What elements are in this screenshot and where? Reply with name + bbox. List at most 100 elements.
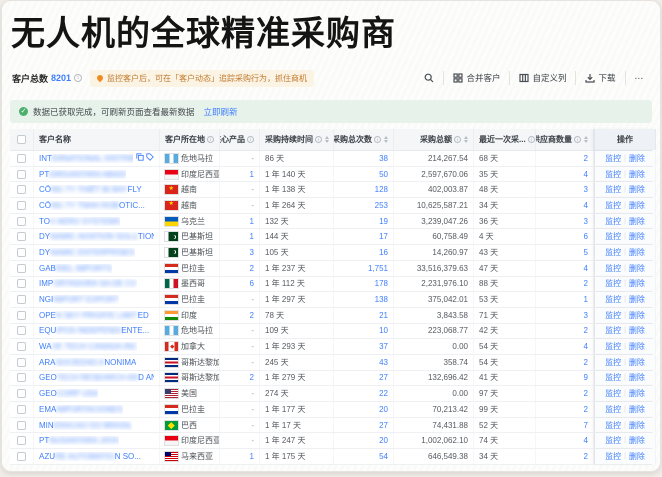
monitor-link[interactable]: 监控 (605, 420, 621, 431)
row-checkbox[interactable] (17, 200, 26, 210)
customer-name-link[interactable]: EQU IPOS INDEPENDI ENTE... (39, 326, 149, 335)
purchase-count-value[interactable]: 21 (379, 311, 388, 320)
supplier-count-value[interactable]: 3 (584, 185, 588, 194)
more-actions-button[interactable]: ⋯ (626, 68, 653, 89)
row-checkbox[interactable] (17, 342, 26, 352)
monitor-link[interactable]: 监控 (605, 325, 621, 336)
delete-link[interactable]: 删除 (629, 263, 645, 274)
delete-link[interactable]: 删除 (629, 278, 645, 289)
customer-name-link[interactable]: WA VE TECH CANADA INC (39, 342, 137, 351)
purchase-count-value[interactable]: 19 (379, 217, 388, 226)
supplier-count-value[interactable]: 3 (584, 217, 588, 226)
customer-name-link[interactable]: EMA IMPORTACIONES (39, 405, 123, 414)
merge-customers-button[interactable]: 合并客户 (444, 67, 509, 89)
row-checkbox[interactable] (17, 451, 26, 461)
supplier-count-value[interactable]: 2 (584, 154, 588, 163)
supplier-count-value[interactable]: 4 (584, 201, 588, 210)
delete-link[interactable]: 删除 (629, 435, 645, 446)
info-icon[interactable]: i (374, 136, 381, 143)
monitor-link[interactable]: 监控 (605, 372, 621, 383)
delete-link[interactable]: 删除 (629, 310, 645, 321)
monitor-link[interactable]: 监控 (605, 169, 621, 180)
purchase-count-value[interactable]: 50 (379, 170, 388, 179)
row-checkbox[interactable] (17, 153, 26, 163)
row-checkbox[interactable] (17, 436, 26, 446)
customer-name-link[interactable]: DYNAMIC AVIATION SOLUTIONS... (39, 232, 154, 241)
customer-name-link[interactable]: PT DIRGANTARA ABADI (39, 170, 126, 179)
supplier-count-value[interactable]: 4 (584, 264, 588, 273)
info-icon[interactable]: i (74, 74, 83, 82)
monitor-link[interactable]: 监控 (605, 247, 621, 258)
core-products-value[interactable]: 1 (250, 232, 254, 241)
sort-icon[interactable] (464, 136, 468, 143)
core-products-value[interactable]: 3 (250, 248, 254, 257)
row-checkbox[interactable] (17, 279, 26, 289)
core-products-value[interactable]: 2 (250, 311, 254, 320)
monitor-link[interactable]: 监控 (605, 278, 621, 289)
customer-name-link[interactable]: ARA SOCIEDAD A NONIMA (39, 358, 136, 367)
row-checkbox[interactable] (17, 420, 26, 430)
row-checkbox[interactable] (17, 169, 26, 179)
monitor-link[interactable]: 监控 (605, 310, 621, 321)
delete-link[interactable]: 删除 (629, 341, 645, 352)
info-icon[interactable]: i (247, 136, 254, 143)
purchase-count-value[interactable]: 22 (379, 389, 388, 398)
refresh-now-link[interactable]: 立即刷新 (204, 106, 238, 118)
customer-name-link[interactable]: MIN ERACAO DO BRASIL (39, 421, 132, 430)
purchase-count-value[interactable]: 17 (379, 232, 388, 241)
row-checkbox[interactable] (17, 295, 26, 305)
row-checkbox[interactable] (17, 404, 26, 414)
core-products-value[interactable]: 2 (250, 264, 254, 273)
row-checkbox[interactable] (17, 216, 26, 226)
core-products-value[interactable]: 1 (250, 217, 254, 226)
supplier-count-value[interactable]: 2 (584, 279, 588, 288)
purchase-count-value[interactable]: 43 (379, 358, 388, 367)
supplier-count-value[interactable]: 4 (584, 170, 588, 179)
monitor-link[interactable]: 监控 (605, 388, 621, 399)
customer-name-link[interactable]: CÔ NG TY THIẾT BỊ BAY FLY (39, 185, 142, 194)
monitor-link[interactable]: 监控 (605, 294, 621, 305)
select-all-checkbox[interactable] (17, 135, 26, 144)
purchase-count-value[interactable]: 20 (379, 436, 388, 445)
delete-link[interactable]: 删除 (629, 216, 645, 227)
monitor-link[interactable]: 监控 (605, 341, 621, 352)
row-checkbox[interactable] (17, 185, 26, 195)
customer-name-link[interactable]: IMP ORTADORA SA DE CV (39, 279, 137, 288)
purchase-count-value[interactable]: 10 (379, 326, 388, 335)
monitor-link[interactable]: 监控 (605, 435, 621, 446)
supplier-count-value[interactable]: 2 (584, 326, 588, 335)
purchase-count-value[interactable]: 27 (379, 373, 388, 382)
row-checkbox[interactable] (17, 326, 26, 336)
purchase-count-value[interactable]: 16 (379, 248, 388, 257)
purchase-count-value[interactable]: 1,751 (368, 264, 388, 273)
supplier-count-value[interactable]: 2 (584, 358, 588, 367)
row-checkbox[interactable] (17, 247, 26, 257)
customer-name-link[interactable]: CÔ NG TY TNHH ROB OTIC... (39, 201, 145, 210)
supplier-count-value[interactable]: 9 (584, 373, 588, 382)
supplier-count-value[interactable]: 3 (584, 311, 588, 320)
delete-link[interactable]: 删除 (629, 294, 645, 305)
row-checkbox[interactable] (17, 373, 26, 383)
customer-name-link[interactable]: OPE N SKY PRIVATE LIMIT ED (39, 311, 149, 320)
purchase-count-value[interactable]: 54 (379, 452, 388, 461)
core-products-value[interactable]: 6 (250, 279, 254, 288)
search-button[interactable] (415, 68, 443, 88)
supplier-count-value[interactable]: 7 (584, 421, 588, 430)
row-checkbox[interactable] (17, 310, 26, 320)
supplier-count-value[interactable]: 2 (584, 389, 588, 398)
supplier-count-value[interactable]: 1 (584, 295, 588, 304)
monitor-link[interactable]: 监控 (605, 451, 621, 462)
purchase-count-value[interactable]: 178 (375, 279, 388, 288)
purchase-count-value[interactable]: 37 (379, 342, 388, 351)
customer-name-link[interactable]: GAB RIEL IMPORTS (39, 264, 112, 273)
tag-icon[interactable] (146, 153, 154, 163)
info-icon[interactable]: i (574, 136, 581, 143)
core-products-value[interactable]: 1 (250, 170, 254, 179)
info-icon[interactable]: i (207, 136, 214, 143)
customer-name-link[interactable]: INTERNATIONAL DISTRIB... (39, 154, 133, 163)
sort-icon[interactable] (325, 136, 329, 143)
row-checkbox[interactable] (17, 389, 26, 399)
monitor-link[interactable]: 监控 (605, 216, 621, 227)
customize-columns-button[interactable]: 自定义列 (510, 67, 575, 89)
monitor-link[interactable]: 监控 (605, 200, 621, 211)
